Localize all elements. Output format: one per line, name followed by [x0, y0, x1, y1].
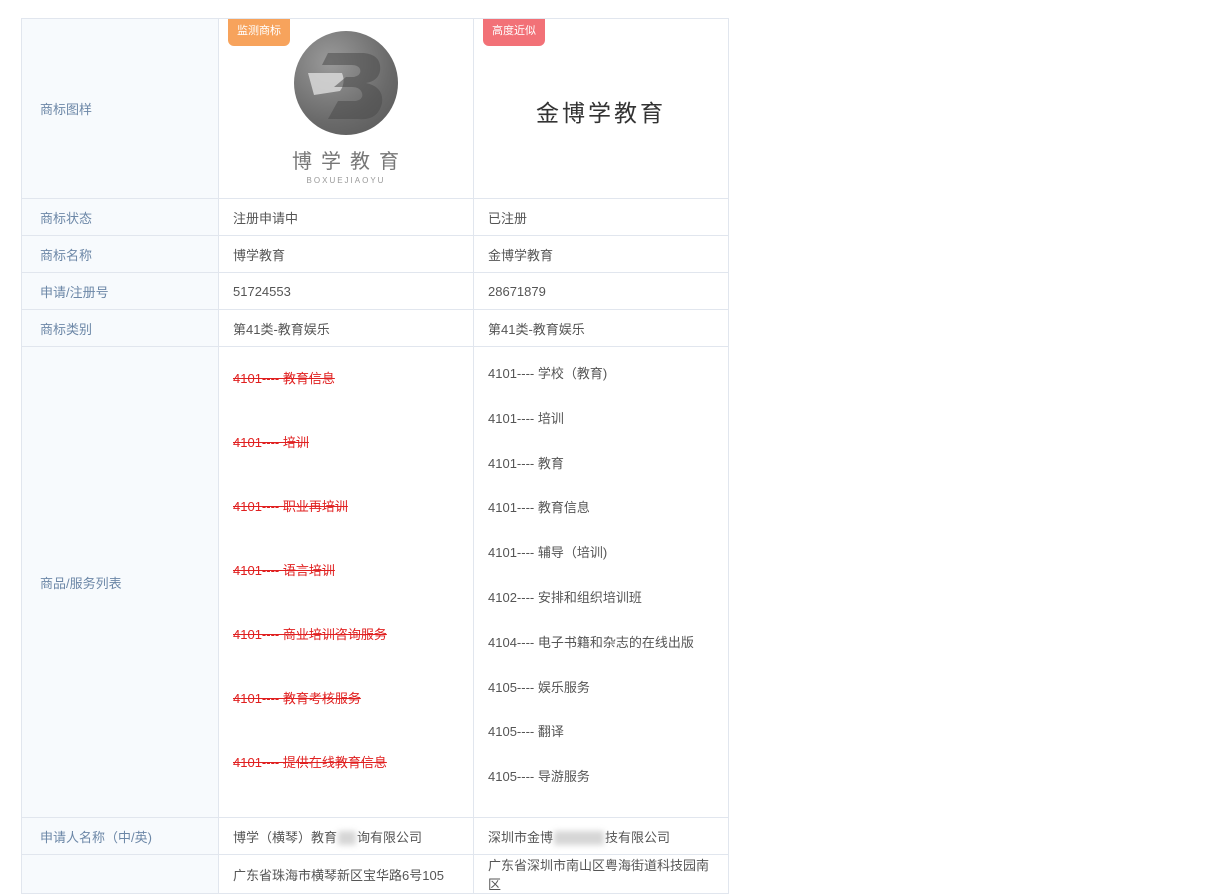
similar-goods-item: 4104---- 电子书籍和杂志的在线出版 [488, 634, 694, 650]
monitored-address: 广东省珠海市横琴新区宝华路6号105 [218, 854, 474, 894]
monitored-goods-list: 4101---- 教育信息 4101---- 培训 4101---- 职业再培训… [233, 347, 459, 817]
similar-category: 第41类-教育娱乐 [473, 309, 729, 347]
goods-row: 商品/服务列表 4101---- 教育信息 4101---- 培训 4101--… [21, 346, 729, 818]
similar-address: 广东省深圳市南山区粤海街道科技园南区 [473, 854, 729, 894]
similar-goods-item: 4101---- 辅导（培训) [488, 545, 608, 561]
similar-applicant-suffix: 技有限公司 [605, 829, 671, 845]
monitored-applicant-prefix: 博学（横琴） [233, 829, 312, 845]
similar-goods-item: 4105---- 导游服务 [488, 769, 590, 785]
monitored-name: 博学教育 [218, 235, 474, 273]
label-category: 商标类别 [21, 309, 219, 347]
redacted-blur [338, 831, 357, 846]
monitored-goods-item: 4101---- 提供在线教育信息 [233, 755, 387, 770]
similar-goods-list: 4101---- 学校（教育) 4101---- 培训 4101---- 教育 … [488, 352, 714, 812]
monitored-goods-item: 4101---- 语言培训 [233, 563, 335, 578]
label-name: 商标名称 [21, 235, 219, 273]
monitored-goods-item: 4101---- 商业培训咨询服务 [233, 627, 387, 642]
similar-goods-item: 4101---- 教育信息 [488, 500, 590, 516]
monitored-category: 第41类-教育娱乐 [218, 309, 474, 347]
similar-reg-no: 28671879 [473, 272, 729, 310]
similar-goods-item: 4101---- 学校（教育) [488, 366, 608, 382]
monitored-logo-en-text: BOXUEJIAOYU [306, 176, 386, 185]
reg-no-row: 申请/注册号 51724553 28671879 [21, 272, 729, 310]
similar-applicant: 深圳市金博 技有限公司 [473, 817, 729, 855]
label-status: 商标状态 [21, 198, 219, 236]
monitored-logo-cn-text: 博学教育 [292, 149, 408, 173]
monitored-goods-item: 4101---- 教育信息 [233, 371, 335, 386]
similar-status: 已注册 [473, 198, 729, 236]
status-row: 商标状态 注册申请中 已注册 [21, 198, 729, 236]
name-row: 商标名称 博学教育 金博学教育 [21, 235, 729, 273]
similar-goods-item: 4102---- 安排和组织培训班 [488, 590, 642, 605]
similar-logo-cell: 高度近似 金博学教育 [473, 18, 729, 199]
similar-goods-cell: 4101---- 学校（教育) 4101---- 培训 4101---- 教育 … [473, 346, 729, 818]
similar-badge: 高度近似 [483, 19, 545, 46]
logo-row: 商标图样 监测商标 博学教育 BOXUEJIAOYU 高度近似 金博学教育 [21, 18, 729, 199]
monitored-reg-no: 51724553 [218, 272, 474, 310]
similar-goods-item: 4105---- 翻译 [488, 724, 564, 740]
applicant-row: 申请人名称（中/英) 博学（横琴）教育 询有限公司 深圳市金博 技有限公司 [21, 817, 729, 855]
label-address [21, 854, 219, 894]
monitored-goods-item: 4101---- 职业再培训 [233, 499, 348, 514]
address-row: 广东省珠海市横琴新区宝华路6号105 广东省深圳市南山区粤海街道科技园南区 [21, 854, 729, 894]
similar-trademark-logo-text: 金博学教育 [536, 101, 666, 127]
similar-goods-item: 4101---- 教育 [488, 455, 564, 471]
redacted-blur [554, 831, 605, 846]
monitored-goods-item: 4101---- 教育考核服务 [233, 691, 361, 706]
similar-goods-item: 4105---- 娱乐服务 [488, 679, 590, 695]
monitored-logo-cell: 监测商标 博学教育 BOXUEJIAOYU [218, 18, 474, 199]
b-letter-logo-icon [294, 31, 398, 135]
label-logo: 商标图样 [21, 18, 219, 199]
label-applicant: 申请人名称（中/英) [21, 817, 219, 855]
monitored-trademark-logo: 博学教育 BOXUEJIAOYU [219, 31, 473, 185]
label-reg-no: 申请/注册号 [21, 272, 219, 310]
monitored-goods-cell: 4101---- 教育信息 4101---- 培训 4101---- 职业再培训… [218, 346, 474, 818]
monitored-goods-item: 4101---- 培训 [233, 435, 309, 450]
similar-applicant-prefix: 深圳市金博 [488, 829, 554, 845]
similar-name: 金博学教育 [473, 235, 729, 273]
monitored-applicant: 博学（横琴）教育 询有限公司 [218, 817, 474, 855]
trademark-compare-table: 商标图样 监测商标 博学教育 BOXUEJIAOYU 高度近似 金博学教育 商标… [21, 18, 729, 894]
monitored-status: 注册申请中 [218, 198, 474, 236]
similar-goods-item: 4101---- 培训 [488, 410, 564, 426]
label-goods: 商品/服务列表 [21, 346, 219, 818]
monitored-applicant-mid: 教育 [311, 829, 338, 845]
monitored-applicant-suffix: 询有限公司 [357, 829, 423, 845]
category-row: 商标类别 第41类-教育娱乐 第41类-教育娱乐 [21, 309, 729, 347]
